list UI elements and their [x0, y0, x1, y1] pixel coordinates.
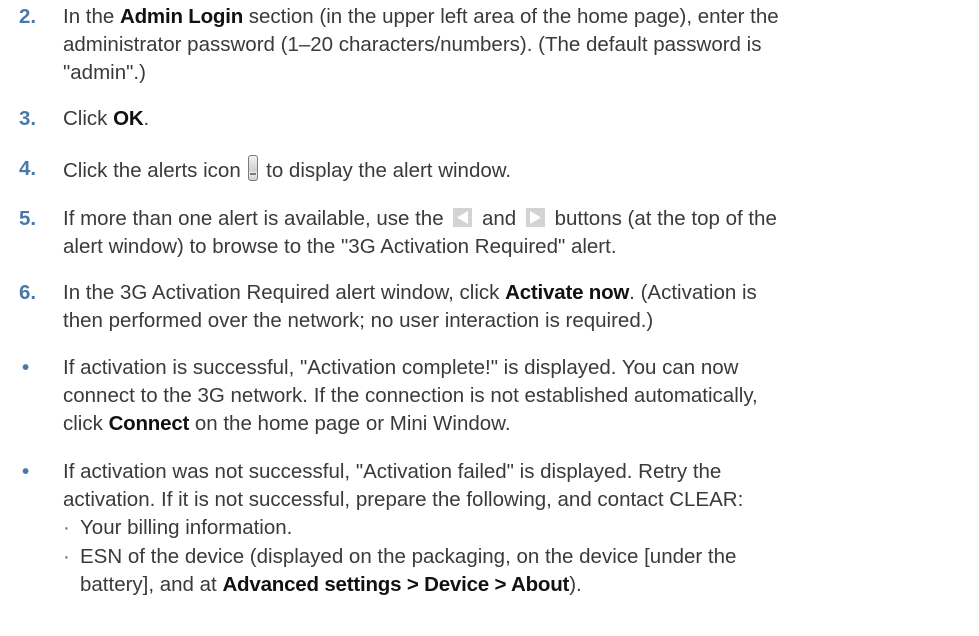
text-line: If activation is successful, "Activation…	[63, 356, 739, 379]
text-line: connect to the 3G network. If the connec…	[63, 384, 758, 407]
text-run: ).	[569, 573, 582, 596]
text-run: In the	[63, 5, 120, 28]
sub-bullet-mark: ·	[63, 516, 70, 539]
text-line: ESN of the device (displayed on the pack…	[80, 545, 737, 568]
text-line: activation. If it is not successful, pre…	[63, 488, 744, 511]
step-text: In the 3G Activation Required alert wind…	[63, 279, 970, 335]
document-page: 2. In the Admin Login section (in the up…	[0, 0, 979, 636]
ui-term-ok: OK	[113, 107, 144, 130]
text-run: to display the alert window.	[260, 159, 512, 182]
alert-exclamation-icon	[248, 155, 259, 181]
text-line: If activation was not successful, "Activ…	[63, 460, 722, 483]
text-run: . (Activation is	[629, 281, 757, 304]
text-line: alert window) to browse to the "3G Activ…	[63, 235, 617, 258]
text-run: If more than one alert is available, use…	[63, 207, 450, 230]
text-run: .	[143, 107, 150, 130]
ui-term-activate-now: Activate now	[505, 281, 630, 304]
ui-term-admin-login: Admin Login	[120, 5, 244, 28]
next-arrow-icon	[525, 208, 545, 227]
step-text: In the Admin Login section (in the upper…	[63, 3, 970, 87]
text-run: Click	[63, 107, 114, 130]
step-text: Click the alerts icon to display the ale…	[63, 155, 970, 185]
step-text: If more than one alert is available, use…	[63, 205, 970, 261]
ui-term-connect: Connect	[108, 412, 190, 435]
bullet-text: If activation was not successful, "Activ…	[63, 458, 970, 514]
text-run: battery], and at	[80, 573, 223, 596]
text-line: "admin".)	[63, 61, 146, 84]
step-number: 4.	[19, 157, 37, 180]
bullet-mark: •	[22, 356, 30, 379]
sub-item-text: Your billing information.	[80, 516, 293, 539]
step-number: 2.	[19, 5, 37, 28]
text-run: section (in the upper left area of the h…	[243, 5, 779, 28]
text-run: click	[63, 412, 109, 435]
sub-bullet-mark: ·	[63, 545, 70, 568]
text-run: buttons (at the top of the	[548, 207, 777, 230]
step-text: Click OK.	[63, 105, 970, 133]
step-number: 5.	[19, 207, 37, 230]
text-line: then performed over the network; no user…	[63, 309, 654, 332]
bullet-mark: •	[22, 460, 30, 483]
sub-item-text: ESN of the device (displayed on the pack…	[80, 543, 963, 599]
text-line: administrator password (1–20 characters/…	[63, 33, 762, 56]
text-run: In the 3G Activation Required alert wind…	[63, 281, 506, 304]
bullet-text: If activation is successful, "Activation…	[63, 354, 970, 438]
step-number: 6.	[19, 281, 37, 304]
text-run: and	[476, 207, 522, 230]
step-number: 3.	[19, 107, 37, 130]
text-run: Click the alerts icon	[63, 159, 247, 182]
ui-term-settings-path: Advanced settings > Device > About	[222, 573, 570, 596]
previous-arrow-icon	[453, 208, 473, 227]
text-run: on the home page or Mini Window.	[189, 412, 511, 435]
